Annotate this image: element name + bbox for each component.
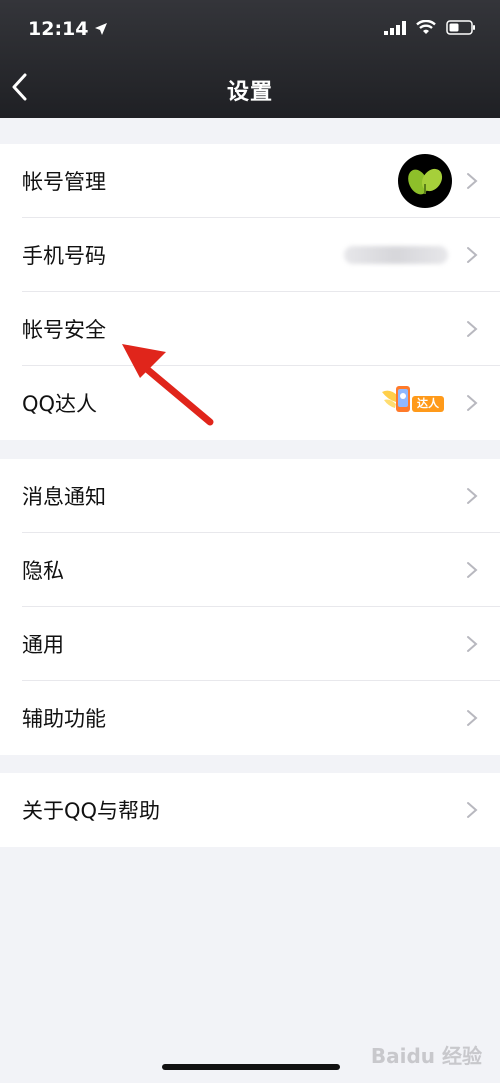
chevron-right-icon: [467, 395, 478, 411]
nav-header: 12:14 设置: [0, 0, 500, 118]
row-message-notifications[interactable]: 消息通知: [0, 459, 500, 533]
status-bar-time: 12:14: [28, 18, 108, 40]
battery-icon: [446, 20, 475, 35]
location-arrow-icon: [95, 23, 108, 35]
home-indicator[interactable]: [162, 1064, 340, 1070]
row-label: 手机号码: [22, 244, 106, 268]
row-label: 隐私: [22, 559, 64, 583]
chevron-right-icon: [467, 321, 478, 337]
row-qq-expert[interactable]: QQ达人 达人: [0, 366, 500, 440]
chevron-right-icon: [467, 710, 478, 726]
avatar: [398, 154, 452, 208]
row-label: 帐号安全: [22, 318, 106, 342]
row-label: 帐号管理: [22, 170, 106, 194]
row-label: 消息通知: [22, 485, 106, 509]
status-bar-icons: [384, 20, 476, 35]
row-accessibility[interactable]: 辅助功能: [0, 681, 500, 755]
chevron-right-icon: [467, 636, 478, 652]
settings-group-general: 消息通知 隐私 通用 辅助功能: [0, 459, 500, 755]
chevron-right-icon: [467, 247, 478, 263]
row-label: 关于QQ与帮助: [22, 799, 161, 823]
chevron-right-icon: [467, 488, 478, 504]
chevron-right-icon: [467, 562, 478, 578]
row-account-security[interactable]: 帐号安全: [0, 292, 500, 366]
row-privacy[interactable]: 隐私: [0, 533, 500, 607]
chevron-right-icon: [467, 173, 478, 189]
row-label: QQ达人: [22, 392, 98, 416]
row-account-management[interactable]: 帐号管理: [0, 144, 500, 218]
row-about-qq-help[interactable]: 关于QQ与帮助: [0, 773, 500, 847]
settings-group-account: 帐号管理 手机号码 帐号安全 QQ达人 达人: [0, 144, 500, 440]
row-general[interactable]: 通用: [0, 607, 500, 681]
row-phone-number[interactable]: 手机号码: [0, 218, 500, 292]
annotation-arrow-icon: [122, 344, 214, 426]
settings-group-about: 关于QQ与帮助: [0, 773, 500, 847]
chevron-right-icon: [467, 802, 478, 818]
leaf-avatar-icon: [408, 168, 443, 195]
blurred-phone-value: [344, 246, 448, 264]
signal-icon: [384, 20, 406, 35]
page-title: 设置: [226, 80, 273, 105]
expert-badge: 达人: [412, 396, 444, 412]
watermark: Baidu 经验: [370, 1044, 482, 1068]
wifi-icon: [416, 20, 436, 34]
row-label: 辅助功能: [22, 707, 106, 731]
row-label: 通用: [22, 633, 64, 657]
